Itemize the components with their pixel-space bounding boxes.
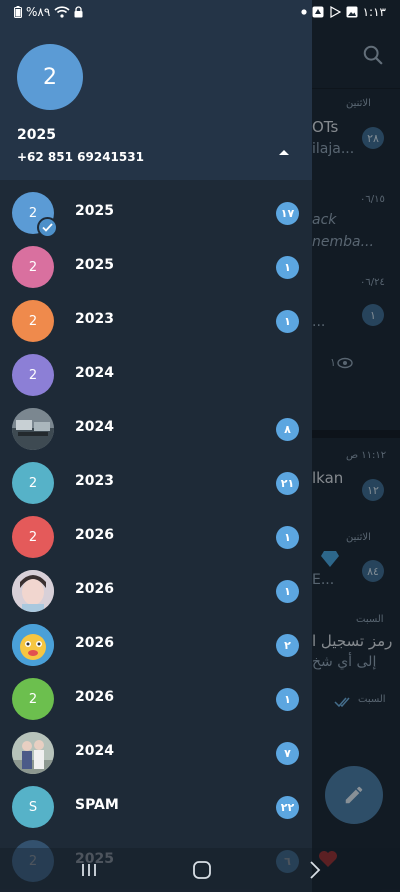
- account-name: 2026: [75, 635, 114, 651]
- home-icon[interactable]: [189, 858, 215, 882]
- image-icon: [346, 6, 358, 18]
- avatar-photo: [12, 732, 54, 774]
- avatar: 2: [12, 354, 54, 396]
- account-row[interactable]: 2 2026 ١: [0, 673, 312, 727]
- account-name: 2026: [75, 527, 114, 543]
- account-row[interactable]: 2026 ٢: [0, 619, 312, 673]
- account-name: SPAM: [75, 797, 119, 813]
- unread-badge: ١٧: [276, 202, 299, 225]
- account-name: 2026: [75, 581, 114, 597]
- avatar-photo: [12, 624, 54, 666]
- account-row[interactable]: 2 2023 ١: [0, 295, 312, 349]
- account-row[interactable]: 2 2026 ١: [0, 511, 312, 565]
- avatar: 2: [12, 678, 54, 720]
- avatar: 2: [12, 516, 54, 558]
- avatar-photo: [12, 408, 54, 450]
- avatar: 2: [12, 462, 54, 504]
- account-name: 2024: [75, 419, 114, 435]
- unread-badge: ٢: [276, 634, 299, 657]
- dot-icon: [301, 9, 307, 15]
- profile-avatar[interactable]: 2: [17, 44, 83, 110]
- unread-badge: ٢٢: [276, 796, 299, 819]
- avatar-photo: [12, 570, 54, 612]
- drawer-header: 2 2025 +62 851 69241531: [0, 0, 312, 180]
- system-navigation-bar: [0, 848, 400, 892]
- unread-badge: ١: [276, 310, 299, 333]
- account-name: 2023: [75, 473, 114, 489]
- unread-badge: ١: [276, 580, 299, 603]
- battery-percent: %٨٩: [26, 5, 51, 19]
- profile-phone: +62 851 69241531: [17, 150, 144, 164]
- account-name: 2023: [75, 311, 114, 327]
- unread-badge: ٧: [276, 742, 299, 765]
- lock-icon: [74, 6, 83, 18]
- chevron-up-icon[interactable]: [276, 146, 292, 158]
- account-row[interactable]: 2024 ٨: [0, 403, 312, 457]
- account-row[interactable]: 2 2025 ١٧: [0, 187, 312, 241]
- account-name: 2026: [75, 689, 114, 705]
- app-icon: [312, 6, 324, 18]
- unread-badge: ١: [276, 688, 299, 711]
- avatar: 2: [12, 246, 54, 288]
- navigation-drawer: 2 2025 +62 851 69241531 2 2025 ١٧ 2 2025…: [0, 0, 312, 892]
- profile-name: 2025: [17, 127, 56, 143]
- back-icon[interactable]: [302, 858, 328, 882]
- account-row[interactable]: 2024 ٧: [0, 727, 312, 781]
- recent-apps-icon[interactable]: [76, 858, 102, 882]
- unread-badge: ٨: [276, 418, 299, 441]
- unread-badge: ٢١: [276, 472, 299, 495]
- clock: ١:١٣: [362, 5, 386, 19]
- account-row[interactable]: S SPAM ٢٢: [0, 781, 312, 835]
- account-row[interactable]: 2 2024: [0, 349, 312, 403]
- unread-badge: ١: [276, 526, 299, 549]
- account-name: 2025: [75, 257, 114, 273]
- battery-icon: [14, 6, 22, 18]
- account-name: 2024: [75, 365, 114, 381]
- selected-check-icon: [37, 217, 58, 238]
- avatar: S: [12, 786, 54, 828]
- account-name: 2024: [75, 743, 114, 759]
- avatar: 2: [12, 300, 54, 342]
- account-row[interactable]: 2 2025 ١: [0, 241, 312, 295]
- unread-badge: ١: [276, 256, 299, 279]
- status-bar: %٨٩ ١:١٣: [0, 0, 400, 26]
- play-icon: [330, 6, 341, 18]
- account-name: 2025: [75, 203, 114, 219]
- account-row[interactable]: 2026 ١: [0, 565, 312, 619]
- wifi-icon: [54, 6, 70, 18]
- account-row[interactable]: 2 2023 ٢١: [0, 457, 312, 511]
